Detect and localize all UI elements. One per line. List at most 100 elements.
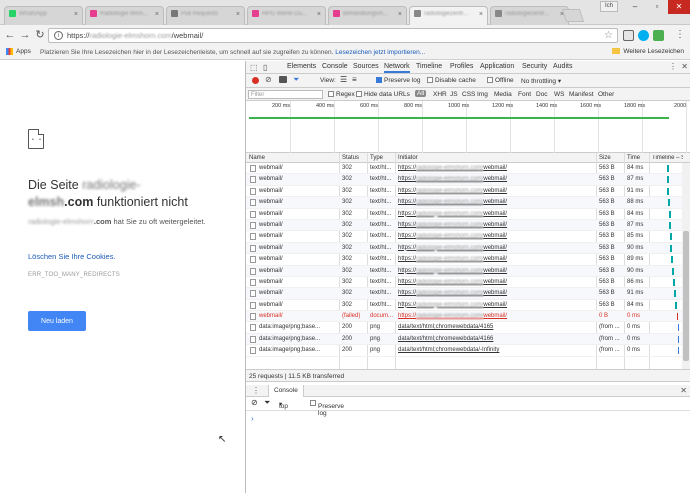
request-initiator[interactable]: https://radiologie-elmshorn.com/webmail/ [398,222,507,228]
inspect-icon[interactable]: ⬚ [250,63,258,72]
forward-icon[interactable]: → [18,28,32,42]
type-filter-xhr[interactable]: XHR [433,91,447,98]
reload-button[interactable]: Neu laden [28,311,86,331]
table-row[interactable]: webmail/ (failed) docum... https://radiolog… [246,311,690,323]
devtools-tab-sources[interactable]: Sources [353,63,379,70]
devtools-tab-security[interactable]: Security [522,63,547,70]
browser-tab[interactable]: HPG Werte Du... × [247,6,326,25]
type-filter-all[interactable]: All [415,90,427,97]
request-initiator[interactable]: https://radiologie-elmshorn.com/webmail/ [398,279,507,285]
new-tab-button[interactable] [561,9,585,22]
devtools-tab-elements[interactable]: Elements [287,63,316,70]
minimize-icon[interactable]: – [624,0,646,14]
request-initiator[interactable]: https://radiologie-elmshorn.com/webmail/ [398,199,507,205]
skype-icon[interactable] [638,30,649,41]
type-filter-manifest[interactable]: Manifest [569,91,594,98]
console-preserve-log-checkbox[interactable]: Preserve log [310,400,344,417]
preserve-log-checkbox[interactable]: Preserve log [376,77,421,84]
request-initiator[interactable]: data/text/html;chromewebdata/-Infinity [398,347,499,353]
drawer-tab-console[interactable]: Console [268,385,304,397]
other-bookmarks[interactable]: Weitere Lesezeichen [612,48,684,55]
info-icon[interactable]: i [54,31,63,40]
context-select[interactable]: top ▾ [279,400,288,410]
type-filter-doc[interactable]: Doc [536,91,548,98]
browser-tab[interactable]: radiologiezentr... × [490,6,569,25]
col-size[interactable]: Size [599,155,611,161]
list-view-icon[interactable]: ☰ [340,75,347,84]
close-window-icon[interactable]: ✕ [668,0,690,14]
clear-icon[interactable]: ⊘ [265,75,272,84]
tab-close-icon[interactable]: × [317,11,321,18]
col-type[interactable]: Type [370,155,383,161]
clear-cookies-link[interactable]: Löschen Sie Ihre Cookies. [28,252,116,261]
browser-tab[interactable]: Pull Requests × [166,6,245,25]
disable-cache-checkbox[interactable]: Disable cache [427,77,476,84]
tab-close-icon[interactable]: × [155,11,159,18]
table-row[interactable]: webmail/302 text/ht... https://radiologie-… [246,186,690,198]
table-row[interactable]: webmail/302 text/ht... https://radiologie-… [246,300,690,312]
request-initiator[interactable]: https://radiologie-elmshorn.com/webmail/ [398,165,507,171]
overview-icon[interactable]: ≡ [352,75,357,84]
browser-tab[interactable]: WhatsApp × [4,6,83,25]
request-initiator[interactable]: https://radiologie-elmshorn.com/webmail/ [398,188,507,194]
drawer-menu-icon[interactable]: ⋮ [252,386,260,395]
col-timeline[interactable]: Timeline – Start Time [652,155,683,161]
tab-close-icon[interactable]: × [74,11,78,18]
console-clear-icon[interactable]: ⊘ [251,398,258,407]
back-icon[interactable]: ← [3,28,17,42]
type-filter-font[interactable]: Font [518,91,531,98]
type-filter-img[interactable]: Img [477,91,488,98]
request-initiator[interactable]: https://radiologie-elmshorn.com/webmail/ [398,233,507,239]
devtools-tab-audits[interactable]: Audits [553,63,572,70]
console-prompt[interactable]: › [251,414,254,423]
throttling-select[interactable]: No throttling ▾ [521,77,561,85]
profile-button[interactable]: Ich [599,1,618,12]
maximize-icon[interactable]: ▫ [646,0,668,14]
address-bar[interactable]: i https://radiologie-elmshorn.com/webmai… [48,28,618,43]
request-initiator[interactable]: data/text/html;chromewebdata/4166 [398,336,493,342]
table-scrollbar[interactable] [682,163,690,369]
request-initiator[interactable]: https://radiologie-elmshorn.com/webmail/ [398,290,507,296]
apps-button[interactable]: Apps [6,48,31,55]
menu-icon[interactable]: ⋮ [675,29,685,40]
tab-close-icon[interactable]: × [236,11,240,18]
record-icon[interactable] [252,77,259,84]
table-row[interactable]: webmail/302 text/ht... https://radiologie-… [246,277,690,289]
console-filter-icon[interactable]: ⏷ [264,398,270,408]
offline-checkbox[interactable]: Offline [487,77,514,84]
col-name[interactable]: Name [249,155,265,161]
regex-checkbox[interactable]: Regex [328,91,355,98]
scrollbar-thumb[interactable] [683,231,689,361]
devtools-tab-console[interactable]: Console [322,63,348,70]
table-row[interactable]: webmail/302 text/ht... https://radiologie-… [246,219,690,232]
type-filter-css[interactable]: CSS [462,91,475,98]
type-filter-media[interactable]: Media [494,91,512,98]
table-row[interactable]: webmail/302 text/ht... https://radiologie-… [246,254,690,266]
tab-close-icon[interactable]: × [398,11,402,18]
browser-tab[interactable]: Behandlungsm... × [328,6,407,25]
devtools-tab-application[interactable]: Application [480,63,514,70]
import-bookmarks-link[interactable]: Lesezeichen jetzt importieren... [335,49,425,56]
table-row[interactable]: webmail/302 text/ht... https://radiologie-… [246,163,690,175]
request-initiator[interactable]: https://radiologie-elmshorn.com/webmail/ [398,256,507,262]
capture-screenshots-icon[interactable] [279,76,287,83]
type-filter-ws[interactable]: WS [554,91,564,98]
table-row[interactable]: webmail/302 text/ht... https://radiologie-… [246,197,690,209]
request-initiator[interactable]: https://radiologie-elmshorn.com/webmail/ [398,268,507,274]
filter-input[interactable]: Filter [248,90,323,99]
table-row[interactable]: webmail/302 text/ht... https://radiologie-… [246,231,690,243]
filter-icon[interactable]: ⏷ [293,75,299,85]
table-row[interactable]: data:image/png;base... 200 png data/text/ht… [246,345,690,357]
extension-icon[interactable] [653,30,664,41]
hide-data-urls-checkbox[interactable]: Hide data URLs [356,91,410,98]
table-row[interactable]: webmail/302 text/ht... https://radiologie-… [246,265,690,277]
reload-icon[interactable]: ↻ [33,28,47,42]
request-initiator[interactable]: https://radiologie-elmshorn.com/webmail/ [398,211,507,217]
request-initiator[interactable]: https://radiologie-elmshorn.com/webmail/ [398,245,507,251]
device-toolbar-icon[interactable]: ▯ [263,63,267,72]
table-row[interactable]: webmail/302 text/ht... https://radiologie-… [246,242,690,255]
request-initiator[interactable]: https://radiologie-elmshorn.com/webmail/ [398,302,507,308]
table-row[interactable]: webmail/302 text/ht... https://radiologie-… [246,288,690,300]
request-initiator[interactable]: data/text/html;chromewebdata/4165 [398,324,493,330]
devtools-menu-icon[interactable]: ⋮ [669,62,677,71]
